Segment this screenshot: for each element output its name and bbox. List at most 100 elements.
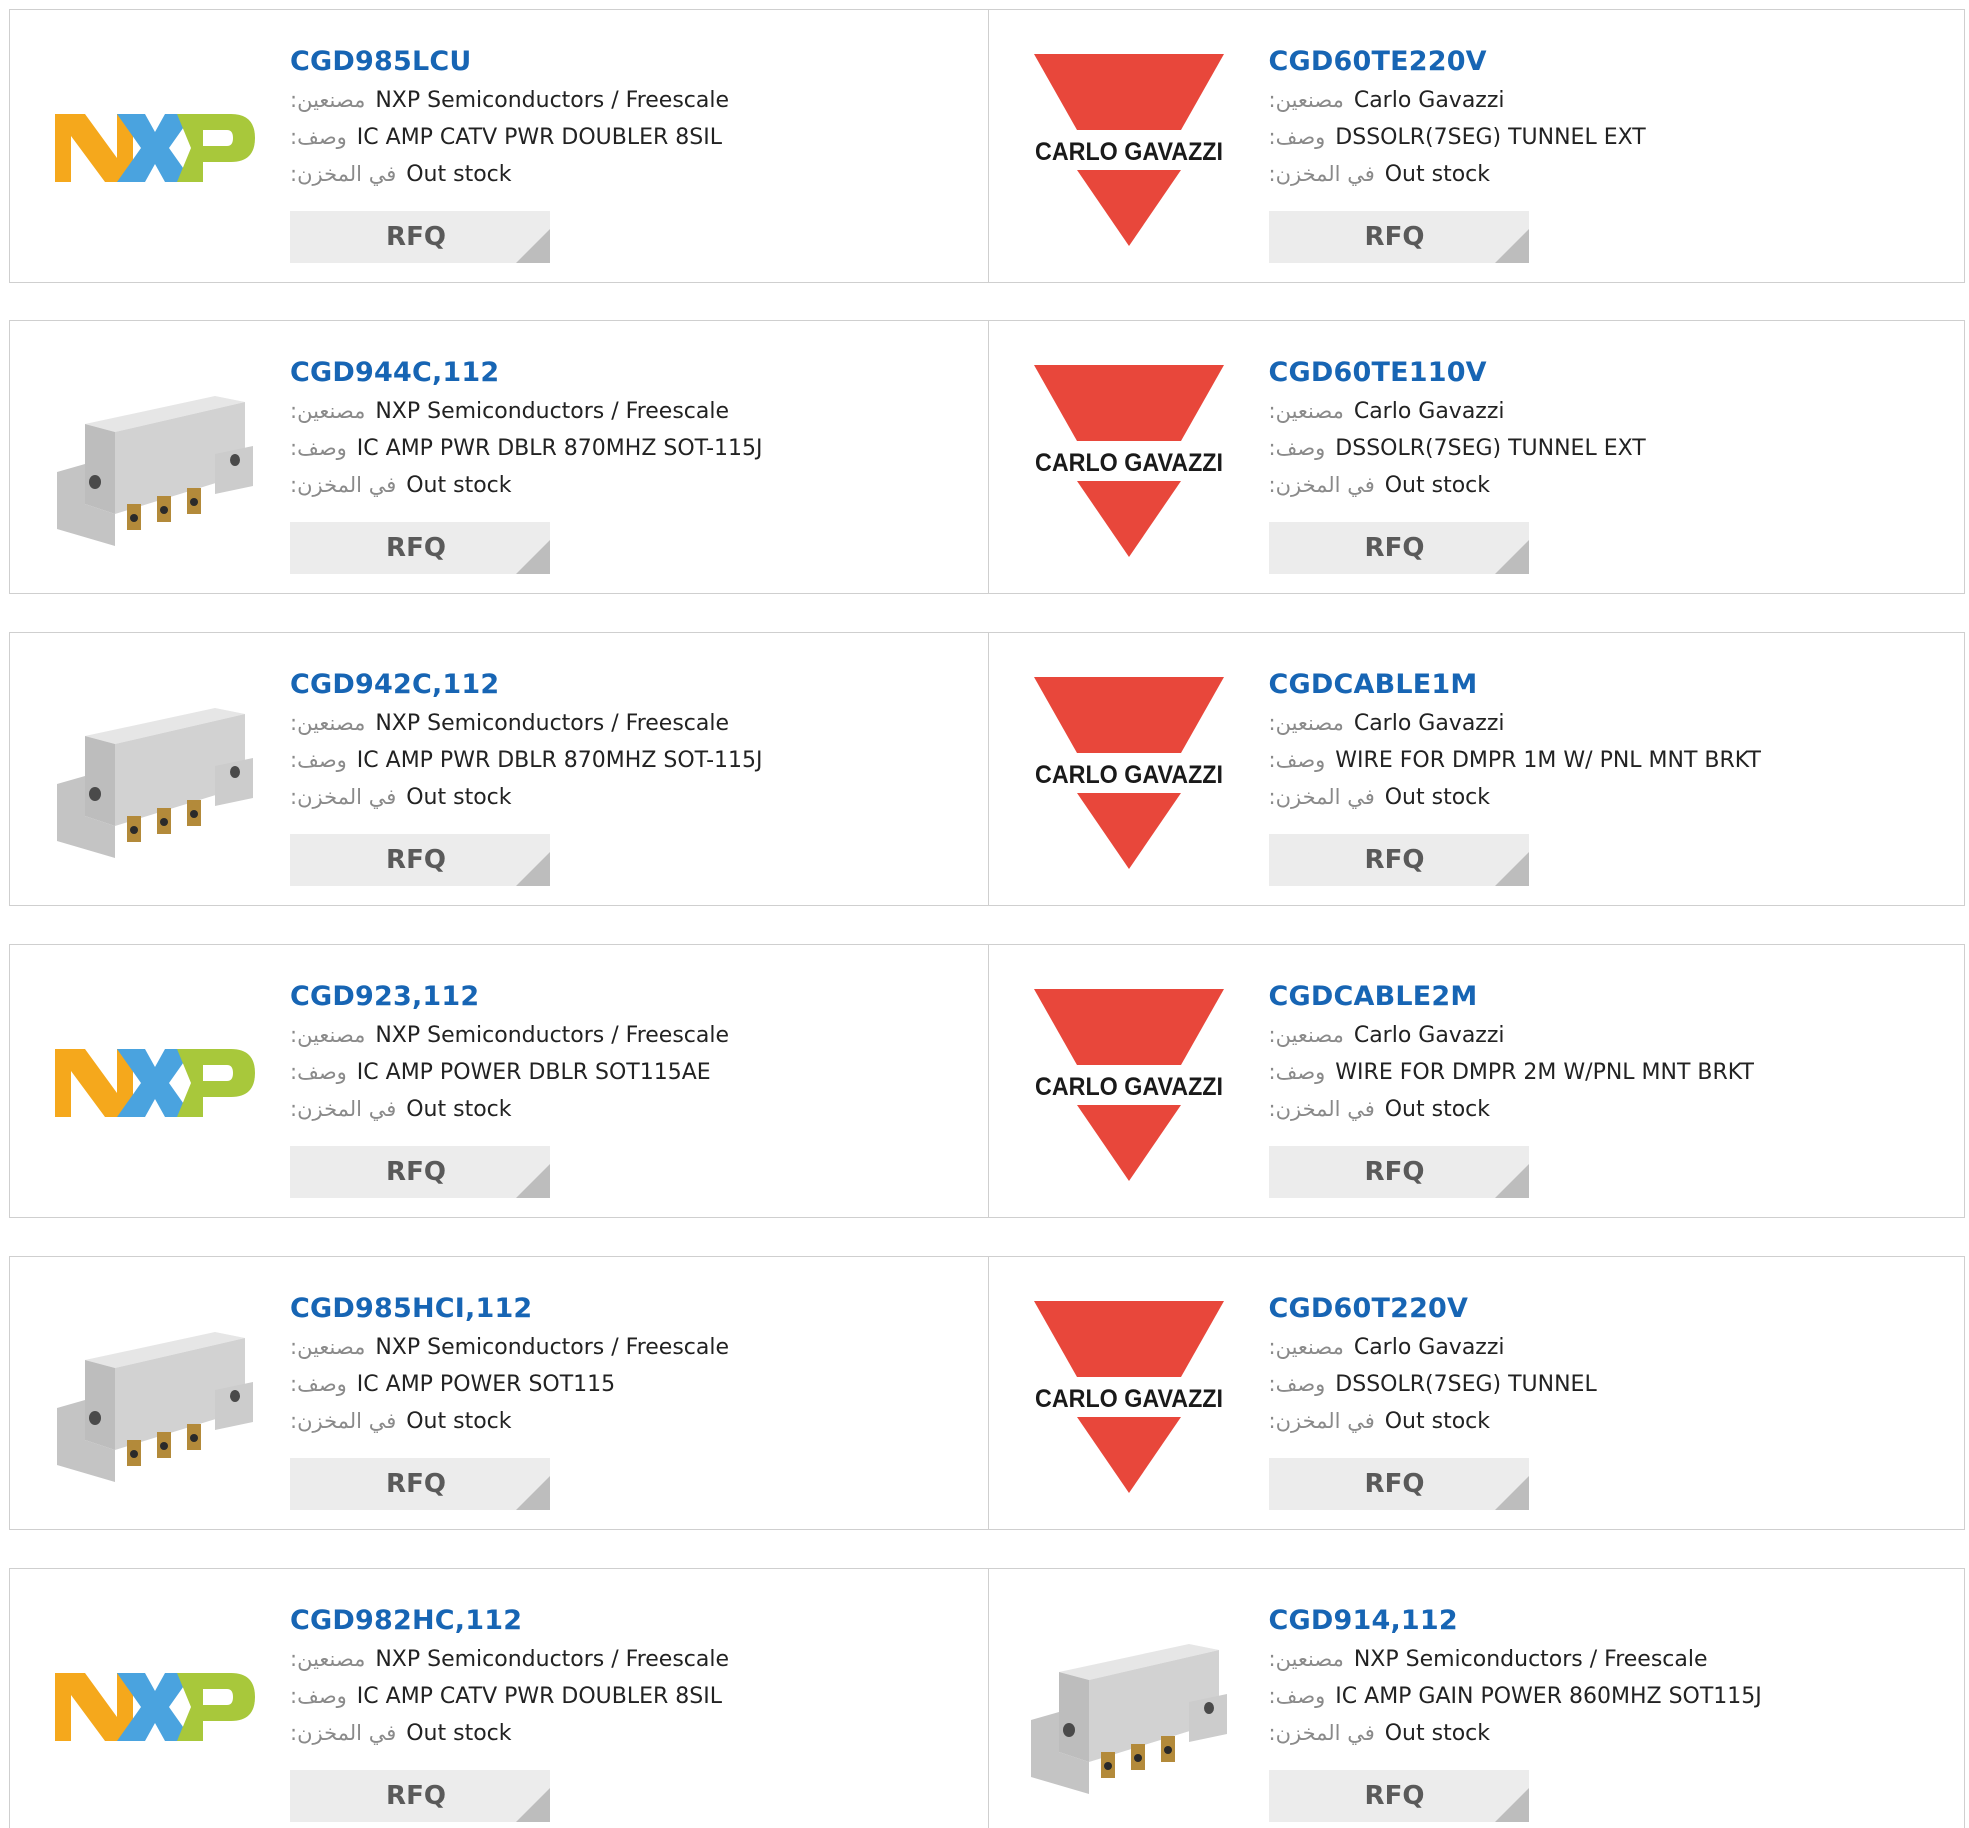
product-image[interactable] [51, 667, 259, 875]
manufacturer-label: :مصنعين [290, 88, 366, 112]
description-value: IC AMP PWR DBLR 870MHZ SOT-115J [356, 748, 763, 773]
rfq-label: RFQ [1364, 533, 1425, 563]
rfq-button[interactable]: RFQ [290, 1458, 550, 1510]
product-card: CGD944C,112 :مصنعين NXP Semiconductors / … [10, 321, 988, 593]
description-label: :وصف [290, 748, 347, 772]
rfq-label: RFQ [386, 1157, 446, 1187]
rfq-label: RFQ [1364, 222, 1425, 252]
product-card: CARLO GAVAZZI CGDCABLE2M :مصنعين Carlo Ga… [987, 945, 1965, 1217]
gavazzi-logo-text: CARLO GAVAZZI [1035, 1073, 1223, 1101]
part-number-link[interactable]: CGD944C,112 [290, 353, 950, 393]
manufacturer-value: NXP Semiconductors / Freescale [375, 1023, 730, 1048]
rfq-button[interactable]: RFQ [1268, 834, 1529, 886]
nxp-logo-icon [55, 114, 255, 182]
part-number-link[interactable]: CGD982HC,112 [290, 1601, 950, 1641]
manufacturer-value: NXP Semiconductors / Freescale [375, 1335, 730, 1360]
rfq-button[interactable]: RFQ [290, 834, 550, 886]
rfq-button[interactable]: RFQ [290, 1770, 550, 1822]
gavazzi-logo-text: CARLO GAVAZZI [1035, 449, 1223, 477]
stock-value: Out stock [1384, 473, 1490, 498]
description-label: :وصف [290, 1060, 347, 1084]
carlo-gavazzi-logo-icon: CARLO GAVAZZI [1033, 989, 1224, 1181]
product-image[interactable] [51, 44, 259, 252]
stock-value: Out stock [1384, 1721, 1490, 1746]
stock-value: Out stock [406, 162, 512, 187]
part-number-link[interactable]: CGD60TE220V [1269, 42, 1929, 82]
manufacturer-label: :مصنعين [290, 1335, 366, 1359]
rfq-button[interactable]: RFQ [290, 522, 550, 574]
product-card: CARLO GAVAZZI CGDCABLE1M :مصنعين Carlo Ga… [987, 633, 1965, 905]
stock-label: :في المخزن [290, 785, 397, 809]
product-card: CGD982HC,112 :مصنعين NXP Semiconductors /… [10, 1569, 988, 1828]
manufacturer-value: Carlo Gavazzi [1353, 1023, 1505, 1048]
part-number-link[interactable]: CGD60TE110V [1269, 353, 1929, 393]
description-line: :وصف WIRE FOR DMPR 2M W/PNL MNT BRKT [1269, 1054, 1929, 1091]
stock-value: Out stock [1384, 162, 1490, 187]
rfq-button[interactable]: RFQ [290, 1146, 550, 1198]
description-line: :وصف IC AMP PWR DBLR 870MHZ SOT-115J [290, 742, 950, 779]
corner-triangle-icon [1494, 1788, 1529, 1822]
manufacturer-label: :مصنعين [290, 1647, 366, 1671]
part-number-link[interactable]: CGD60T220V [1269, 1289, 1929, 1329]
product-card: CGD914,112 :مصنعين NXP Semiconductors / F… [987, 1569, 1965, 1828]
product-image[interactable] [51, 1291, 259, 1499]
description-label: :وصف [290, 125, 347, 149]
manufacturer-label: :مصنعين [290, 399, 366, 423]
manufacturer-label: :مصنعين [1268, 711, 1344, 735]
rfq-button[interactable]: RFQ [1268, 1770, 1529, 1822]
stock-line: :في المخزن Out stock [290, 156, 950, 193]
nxp-logo-icon [55, 1049, 255, 1117]
product-image[interactable]: CARLO GAVAZZI [1025, 1291, 1233, 1499]
product-image[interactable] [51, 979, 259, 1187]
product-image[interactable]: CARLO GAVAZZI [1025, 44, 1233, 252]
manufacturer-line: :مصنعين NXP Semiconductors / Freescale [1269, 1641, 1929, 1678]
rfq-label: RFQ [386, 533, 446, 563]
part-number-link[interactable]: CGDCABLE1M [1269, 665, 1929, 705]
description-label: :وصف [290, 1372, 347, 1396]
stock-value: Out stock [1384, 785, 1490, 810]
manufacturer-line: :مصنعين Carlo Gavazzi [1269, 1329, 1929, 1366]
description-value: IC AMP POWER SOT115 [356, 1372, 616, 1397]
rfq-button[interactable]: RFQ [290, 211, 550, 263]
description-label: :وصف [1268, 436, 1326, 460]
rfq-label: RFQ [386, 1469, 446, 1499]
corner-triangle-icon [516, 1476, 550, 1510]
rfq-button[interactable]: RFQ [1268, 522, 1529, 574]
manufacturer-label: :مصنعين [1268, 399, 1344, 423]
product-image[interactable]: CARLO GAVAZZI [1025, 979, 1233, 1187]
stock-line: :في المخزن Out stock [290, 779, 950, 816]
corner-triangle-icon [1494, 852, 1529, 886]
product-row: CGD923,112 :مصنعين NXP Semiconductors / F… [9, 944, 1965, 1218]
product-row: CGD944C,112 :مصنعين NXP Semiconductors / … [9, 320, 1965, 594]
stock-value: Out stock [1384, 1409, 1490, 1434]
product-row: CGD982HC,112 :مصنعين NXP Semiconductors /… [9, 1568, 1965, 1828]
product-image[interactable]: CARLO GAVAZZI [1025, 355, 1233, 563]
stock-line: :في المخزن Out stock [1269, 1091, 1929, 1128]
product-image[interactable] [1025, 1603, 1233, 1811]
manufacturer-value: NXP Semiconductors / Freescale [375, 711, 730, 736]
description-value: DSSOLR(7SEG) TUNNEL [1335, 1372, 1597, 1397]
part-number-link[interactable]: CGD923,112 [290, 977, 950, 1017]
corner-triangle-icon [516, 540, 550, 574]
part-number-link[interactable]: CGD985LCU [290, 42, 950, 82]
description-value: DSSOLR(7SEG) TUNNEL EXT [1335, 125, 1646, 150]
corner-triangle-icon [1494, 1476, 1529, 1510]
product-image[interactable] [51, 355, 259, 563]
description-line: :وصف IC AMP GAIN POWER 860MHZ SOT115J [1269, 1678, 1929, 1715]
stock-label: :في المخزن [1268, 1409, 1375, 1433]
rfq-button[interactable]: RFQ [1268, 1146, 1529, 1198]
product-image[interactable]: CARLO GAVAZZI [1025, 667, 1233, 875]
stock-line: :في المخزن Out stock [1269, 156, 1929, 193]
description-label: :وصف [1268, 748, 1326, 772]
part-number-link[interactable]: CGD914,112 [1269, 1601, 1929, 1641]
rfq-button[interactable]: RFQ [1268, 211, 1529, 263]
description-line: :وصف IC AMP CATV PWR DOUBLER 8SIL [290, 119, 950, 156]
rfq-button[interactable]: RFQ [1268, 1458, 1529, 1510]
manufacturer-label: :مصنعين [290, 711, 366, 735]
part-number-link[interactable]: CGDCABLE2M [1269, 977, 1929, 1017]
part-number-link[interactable]: CGD985HCI,112 [290, 1289, 950, 1329]
carlo-gavazzi-logo-icon: CARLO GAVAZZI [1033, 677, 1224, 869]
product-image[interactable] [51, 1603, 259, 1811]
part-number-link[interactable]: CGD942C,112 [290, 665, 950, 705]
rfq-label: RFQ [1364, 845, 1425, 875]
